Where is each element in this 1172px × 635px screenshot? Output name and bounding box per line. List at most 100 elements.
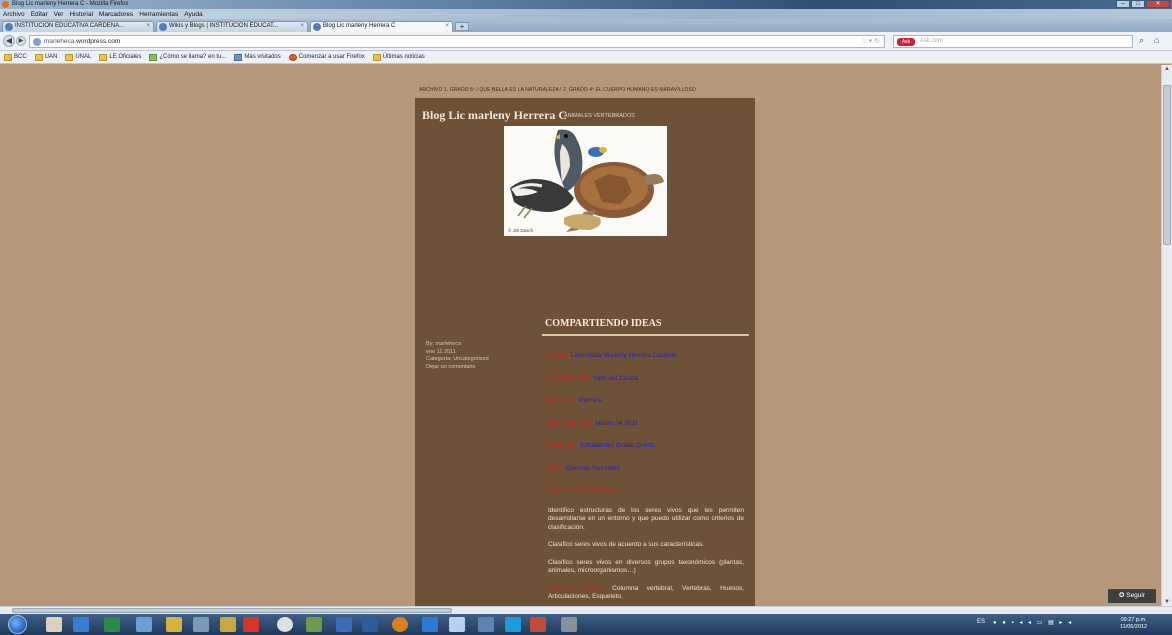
search-icon[interactable]: ⌕ <box>1139 35 1144 46</box>
horizontal-scrollbar[interactable] <box>0 606 1172 614</box>
field-autora: Autora: Licenciada Marleny Herrera Caste… <box>548 352 744 361</box>
menu-herramientas[interactable]: Herramientas <box>139 11 178 18</box>
media-taskbar-icon[interactable] <box>193 617 209 632</box>
bookmark-label: UAN <box>44 54 58 60</box>
menu-historial[interactable]: Historial <box>69 11 92 18</box>
tab-wikis-blogs[interactable]: Wikis y Blogs | INSTITUCION EDUCAT... × <box>156 21 308 32</box>
firefox-active-taskbar-icon[interactable] <box>449 617 465 632</box>
field-label: Fecha de inicio: <box>548 419 594 427</box>
image-credit: © JW Dasch <box>508 228 534 233</box>
bookmark-label: Más visitados <box>244 54 281 60</box>
bookmark-label: Comenzar a usar Firefox <box>298 54 365 60</box>
close-tab-icon[interactable]: × <box>300 23 304 29</box>
bookmark-label: UNAL <box>75 54 92 60</box>
tool-taskbar-icon[interactable] <box>220 617 236 632</box>
blog-tagline: ANIMALES VERTEBRADOS <box>564 113 635 119</box>
url-domain: wordpress.com <box>76 38 121 45</box>
paragraph-3: Clasifico seres vivos en diversos grupos… <box>548 558 744 575</box>
system-tray-icons[interactable]: ● ● ▪ ◂ ◂ ▭ ▤ ▸ ◂ <box>993 619 1073 626</box>
bookmark-ultimas-noticias[interactable]: Últimas noticias <box>372 53 425 61</box>
back-button[interactable]: ◀ <box>3 35 15 47</box>
post-title[interactable]: COMPARTIENDO IDEAS <box>545 318 661 329</box>
menu-ver[interactable]: Ver <box>54 11 64 18</box>
follow-button[interactable]: ✪ Seguir <box>1108 589 1156 603</box>
folder-icon <box>34 53 43 61</box>
post-author[interactable]: By: marleheca <box>426 341 489 349</box>
bookmark-unal[interactable]: UNAL <box>65 53 92 61</box>
navigation-bar: ◀ ▶ marleheca.wordpress.com ☆ ▾ ↻ Ask As… <box>0 32 1172 51</box>
folder-icon <box>65 53 74 61</box>
language-indicator[interactable]: ES <box>977 619 985 625</box>
ask-engine-icon[interactable]: Ask <box>897 38 915 46</box>
field-area: Área: Ciencias Naturales <box>548 465 744 474</box>
bookmark-bcc[interactable]: BCC <box>4 53 27 61</box>
search-input[interactable]: Ask Ask.com <box>893 35 1133 48</box>
presentation-taskbar-icon[interactable] <box>530 617 546 632</box>
document-taskbar-icon[interactable] <box>478 617 494 632</box>
maximize-button[interactable]: □ <box>1131 0 1145 8</box>
close-tab-icon[interactable]: × <box>445 23 449 29</box>
new-tab-button[interactable]: + <box>455 22 469 31</box>
network-taskbar-icon[interactable] <box>136 617 152 632</box>
clock-date: 11/06/2012 <box>1120 624 1148 630</box>
bookmark-como-se-llama[interactable]: ¿Cómo se llama? en tu... <box>149 53 226 61</box>
keywords-paragraph: Palabras Claves: Columna vertebral, Vert… <box>548 585 744 602</box>
start-button[interactable] <box>8 615 27 634</box>
globe-icon <box>5 23 13 31</box>
app-taskbar-icon[interactable] <box>336 617 352 632</box>
horizontal-scroll-thumb[interactable] <box>12 608 452 613</box>
bookmark-star-icon[interactable]: ☆ ▾ ↻ <box>860 36 880 47</box>
window-titlebar: Blog Lic marleny Herrera C - Mozilla Fir… <box>0 0 1172 9</box>
field-value: Marzo 04 2011 <box>595 419 639 427</box>
firefox-taskbar-icon[interactable] <box>392 617 408 632</box>
explorer-taskbar-icon[interactable] <box>46 617 62 632</box>
internet-explorer-taskbar-icon[interactable] <box>422 617 438 632</box>
blog-top-navigation[interactable]: ARCHIVO 1. GRADO 5º / QUE BELLA ES LA NA… <box>419 87 755 93</box>
close-button[interactable]: ✕ <box>1146 0 1170 8</box>
bookmark-page-icon <box>149 53 158 61</box>
window-title: Blog Lic marleny Herrera C - Mozilla Fir… <box>12 1 129 7</box>
pdf-taskbar-icon[interactable] <box>243 617 259 632</box>
menu-ayuda[interactable]: Ayuda <box>184 11 202 18</box>
vertical-scroll-thumb[interactable] <box>1163 85 1171 245</box>
menu-marcadores[interactable]: Marcadores <box>99 11 133 18</box>
bookmarks-bar: BCC UAN UNAL LE Oficiales ¿Cómo se llama… <box>0 51 1172 64</box>
skype-taskbar-icon[interactable] <box>505 617 521 632</box>
bookmark-comenzar-firefox[interactable]: Comenzar a usar Firefox <box>288 53 365 61</box>
forward-button[interactable]: ▶ <box>16 36 26 46</box>
wordpress-icon <box>313 23 321 31</box>
folder-icon <box>4 53 12 61</box>
close-tab-icon[interactable]: × <box>146 23 150 29</box>
field-label: Municipio: <box>548 397 578 404</box>
vertical-scrollbar[interactable]: ▲ ▼ <box>1161 65 1172 606</box>
minimize-button[interactable]: – <box>1116 0 1130 8</box>
post-meta: By: marleheca ene 11 2011 Categoría: Unc… <box>426 341 489 371</box>
field-value: Licenciada Marleny Herrera Castedo <box>570 352 677 359</box>
field-label: Departamento: <box>548 374 591 382</box>
bookmark-le-oficiales[interactable]: LE Oficiales <box>99 53 141 61</box>
blog-title[interactable]: Blog Lic marleny Herrera C <box>422 108 567 123</box>
window-taskbar-icon[interactable] <box>362 617 378 632</box>
camera-taskbar-icon[interactable] <box>561 617 577 632</box>
chrome-taskbar-icon[interactable] <box>277 617 293 632</box>
menu-archivo[interactable]: Archivo <box>3 11 25 18</box>
leave-comment-link[interactable]: Dejar un comentario <box>426 364 489 372</box>
firefox-icon <box>288 53 297 61</box>
field-fecha-inicio: Fecha de inicio: Marzo 04 2011 <box>548 420 744 429</box>
scroll-up-icon[interactable]: ▲ <box>1164 66 1170 72</box>
tab-institucion[interactable]: INSTITUCION EDUCATIVA CARDENA... × <box>2 21 154 32</box>
folder-taskbar-icon[interactable] <box>166 617 182 632</box>
home-icon[interactable]: ⌂ <box>1154 35 1159 45</box>
publisher-taskbar-icon[interactable] <box>306 617 322 632</box>
bookmark-uan[interactable]: UAN <box>34 53 58 61</box>
url-bar[interactable]: marleheca.wordpress.com ☆ ▾ ↻ <box>29 35 885 48</box>
menu-editar[interactable]: Editar <box>31 11 48 18</box>
taskbar-clock[interactable]: 09:27 p.m. 11/06/2012 <box>1120 617 1147 631</box>
scroll-down-icon[interactable]: ▼ <box>1164 599 1170 605</box>
field-label: Población: <box>548 442 579 449</box>
bookmark-mas-visitados[interactable]: Más visitados <box>234 53 281 61</box>
tab-blog-active[interactable]: Blog Lic marleny Herrera C × <box>310 21 453 32</box>
word-taskbar-icon[interactable] <box>73 617 89 632</box>
spreadsheet-taskbar-icon[interactable] <box>104 617 120 632</box>
post-category[interactable]: Categoría: Uncategorized <box>426 356 489 364</box>
